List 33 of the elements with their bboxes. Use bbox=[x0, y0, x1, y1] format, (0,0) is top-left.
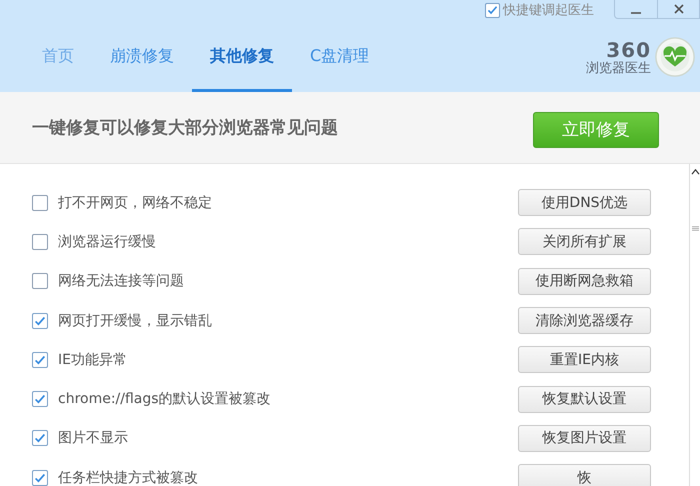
issue-label: 网页打开缓慢，显示错乱 bbox=[58, 312, 213, 330]
hotkey-label: 快捷键调起医生 bbox=[503, 2, 594, 19]
issue-checkbox[interactable] bbox=[32, 273, 48, 290]
logo-number: 360 bbox=[606, 40, 651, 60]
repair-button[interactable]: 使用DNS优选 bbox=[518, 189, 651, 216]
scroll-up-icon[interactable] bbox=[690, 168, 700, 175]
minimize-icon bbox=[630, 12, 642, 14]
issue-label: IE功能异常 bbox=[58, 350, 128, 369]
repair-button[interactable]: 重置IE内核 bbox=[518, 346, 651, 374]
repair-button[interactable]: 恢 bbox=[518, 464, 651, 486]
hotkey-checkbox[interactable] bbox=[485, 2, 500, 18]
issue-label: 打不开网页，网络不稳定 bbox=[58, 194, 213, 212]
issue-checkbox[interactable] bbox=[32, 430, 48, 446]
repair-button[interactable]: 恢复图片设置 bbox=[518, 424, 651, 452]
repair-button[interactable]: 使用断网急救箱 bbox=[518, 268, 651, 295]
issue-checkbox[interactable] bbox=[32, 234, 48, 250]
scrollbar-thumb[interactable] bbox=[692, 225, 698, 232]
issue-label: 网络无法连接等问题 bbox=[58, 272, 185, 290]
close-icon bbox=[672, 3, 684, 15]
repair-button[interactable]: 关闭所有扩展 bbox=[518, 228, 651, 256]
issue-checkbox[interactable] bbox=[32, 194, 48, 211]
repair-button[interactable]: 恢复默认设置 bbox=[518, 386, 651, 413]
issue-label: chrome://flags的默认设置被篡改 bbox=[58, 390, 272, 408]
issue-checkbox[interactable] bbox=[32, 312, 48, 329]
logo-name: 浏览器医生 bbox=[586, 62, 651, 74]
banner-text: 一键修复可以修复大部分浏览器常见问题 bbox=[32, 117, 338, 139]
issue-checkbox[interactable] bbox=[32, 391, 48, 408]
issue-label: 浏览器运行缓慢 bbox=[58, 232, 157, 251]
issue-checkbox[interactable] bbox=[32, 352, 48, 368]
repair-button[interactable]: 清除浏览器缓存 bbox=[518, 307, 651, 334]
issue-label: 任务栏快捷方式被篡改 bbox=[58, 468, 199, 486]
issue-label: 图片不显示 bbox=[58, 429, 129, 448]
issue-checkbox[interactable] bbox=[32, 470, 48, 486]
